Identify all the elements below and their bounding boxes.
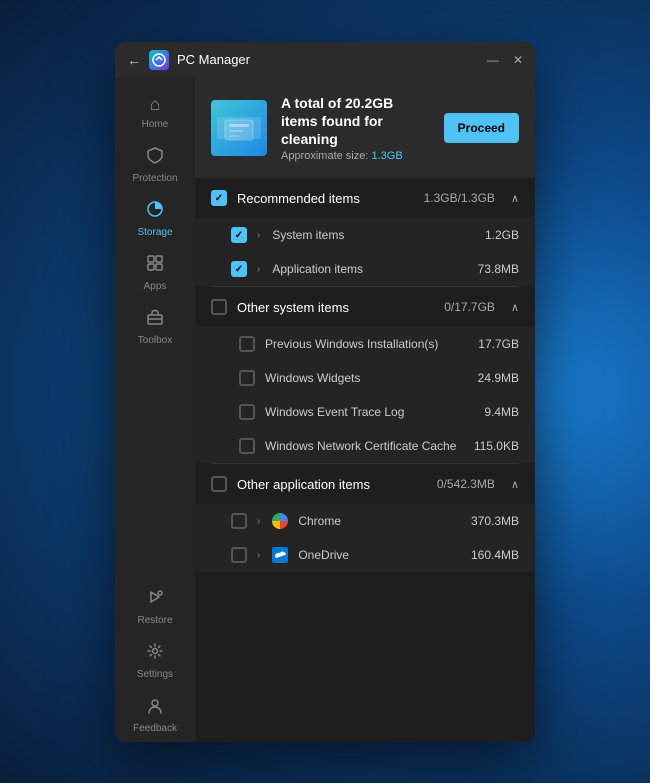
chrome-label: Chrome (298, 514, 461, 528)
event-trace-size: 9.4MB (484, 405, 519, 419)
other-system-size: 0/17.7GB (444, 300, 495, 314)
event-trace-checkbox[interactable] (239, 404, 255, 420)
banner-text: A total of 20.2GB items found for cleani… (281, 94, 430, 163)
sidebar-item-apps[interactable]: Apps (115, 246, 195, 300)
banner-size: Approximate size: 1.3GB (281, 150, 430, 162)
other-system-title: Other system items (237, 300, 349, 315)
settings-icon (146, 642, 164, 665)
sidebar-label-protection: Protection (132, 173, 177, 184)
other-system-chevron[interactable]: ∧ (511, 301, 519, 314)
sidebar-item-feedback[interactable]: Feedback (115, 688, 195, 742)
app-title: PC Manager (177, 52, 487, 67)
protection-icon (146, 146, 164, 169)
banner-title: A total of 20.2GB items found for cleani… (281, 94, 430, 149)
minimize-button[interactable]: — (487, 53, 499, 67)
prev-windows-checkbox[interactable] (239, 336, 255, 352)
windows-widgets-row: Windows Widgets 24.9MB (195, 361, 535, 395)
header-banner: A total of 20.2GB items found for cleani… (195, 78, 535, 179)
system-items-row: › System items 1.2GB (195, 218, 535, 252)
sidebar-label-feedback: Feedback (133, 723, 177, 734)
app-icon (149, 50, 169, 70)
sidebar: ⌂ Home Protection Storage Apps (115, 78, 195, 742)
other-app-checkbox[interactable] (211, 476, 227, 492)
system-items-size: 1.2GB (485, 228, 519, 242)
content-area: A total of 20.2GB items found for cleani… (195, 78, 535, 742)
onedrive-label: OneDrive (298, 548, 461, 562)
recommended-size: 1.3GB/1.3GB (424, 191, 495, 205)
sidebar-item-restore[interactable]: Restore (115, 580, 195, 634)
cert-cache-label: Windows Network Certificate Cache (265, 439, 464, 453)
other-app-section-header: Other application items 0/542.3MB ∧ (195, 464, 535, 504)
sidebar-item-settings[interactable]: Settings (115, 634, 195, 688)
cert-cache-row: Windows Network Certificate Cache 115.0K… (195, 429, 535, 463)
home-icon: ⌂ (150, 94, 161, 115)
event-trace-row: Windows Event Trace Log 9.4MB (195, 395, 535, 429)
other-system-section-header: Other system items 0/17.7GB ∧ (195, 287, 535, 327)
back-button[interactable]: ← (127, 52, 141, 68)
onedrive-icon (272, 547, 288, 563)
system-items-checkbox[interactable] (231, 227, 247, 243)
other-app-chevron[interactable]: ∧ (511, 478, 519, 491)
sidebar-item-protection[interactable]: Protection (115, 138, 195, 192)
banner-icon (211, 100, 267, 156)
feedback-icon (146, 696, 164, 719)
sidebar-item-storage[interactable]: Storage (115, 192, 195, 246)
scroll-content: Recommended items 1.3GB/1.3GB ∧ › System… (195, 178, 535, 741)
windows-widgets-size: 24.9MB (478, 371, 519, 385)
system-items-label: System items (272, 228, 475, 242)
application-items-expand[interactable]: › (257, 264, 260, 275)
recommended-checkbox[interactable] (211, 190, 227, 206)
cert-cache-checkbox[interactable] (239, 438, 255, 454)
main-content: ⌂ Home Protection Storage Apps (115, 78, 535, 742)
titlebar: ← PC Manager — ✕ (115, 42, 535, 78)
recommended-title: Recommended items (237, 191, 360, 206)
windows-widgets-label: Windows Widgets (265, 371, 468, 385)
close-button[interactable]: ✕ (513, 53, 523, 67)
sidebar-label-settings: Settings (137, 669, 173, 680)
chrome-expand[interactable]: › (257, 516, 260, 527)
chrome-icon (272, 513, 288, 529)
sidebar-label-restore: Restore (137, 615, 172, 626)
system-items-expand[interactable]: › (257, 230, 260, 241)
other-system-checkbox[interactable] (211, 299, 227, 315)
sidebar-label-storage: Storage (137, 227, 172, 238)
onedrive-expand[interactable]: › (257, 550, 260, 561)
window-controls: — ✕ (487, 53, 523, 67)
chrome-checkbox[interactable] (231, 513, 247, 529)
prev-windows-label: Previous Windows Installation(s) (265, 337, 468, 351)
proceed-button[interactable]: Proceed (444, 113, 519, 143)
onedrive-size: 160.4MB (471, 548, 519, 562)
other-app-size: 0/542.3MB (437, 477, 495, 491)
toolbox-icon (146, 308, 164, 331)
prev-windows-size: 17.7GB (478, 337, 519, 351)
windows-widgets-checkbox[interactable] (239, 370, 255, 386)
app-window: ← PC Manager — ✕ ⌂ Home Protection (115, 42, 535, 742)
chrome-row: › Chrome 370.3MB (195, 504, 535, 538)
onedrive-checkbox[interactable] (231, 547, 247, 563)
recommended-chevron[interactable]: ∧ (511, 192, 519, 205)
onedrive-row: › OneDrive 160.4MB (195, 538, 535, 572)
application-items-label: Application items (272, 262, 467, 276)
cert-cache-size: 115.0KB (474, 439, 519, 453)
application-items-row: › Application items 73.8MB (195, 252, 535, 286)
sidebar-item-home[interactable]: ⌂ Home (115, 86, 195, 138)
event-trace-label: Windows Event Trace Log (265, 405, 474, 419)
prev-windows-row: Previous Windows Installation(s) 17.7GB (195, 327, 535, 361)
restore-icon (146, 588, 164, 611)
chrome-size: 370.3MB (471, 514, 519, 528)
sidebar-label-apps: Apps (144, 281, 167, 292)
application-items-checkbox[interactable] (231, 261, 247, 277)
application-items-size: 73.8MB (478, 262, 519, 276)
recommended-section-header: Recommended items 1.3GB/1.3GB ∧ (195, 178, 535, 218)
sidebar-label-toolbox: Toolbox (138, 335, 172, 346)
sidebar-item-toolbox[interactable]: Toolbox (115, 300, 195, 354)
sidebar-label-home: Home (142, 119, 169, 130)
other-app-title: Other application items (237, 477, 370, 492)
apps-icon (146, 254, 164, 277)
storage-icon (146, 200, 164, 223)
